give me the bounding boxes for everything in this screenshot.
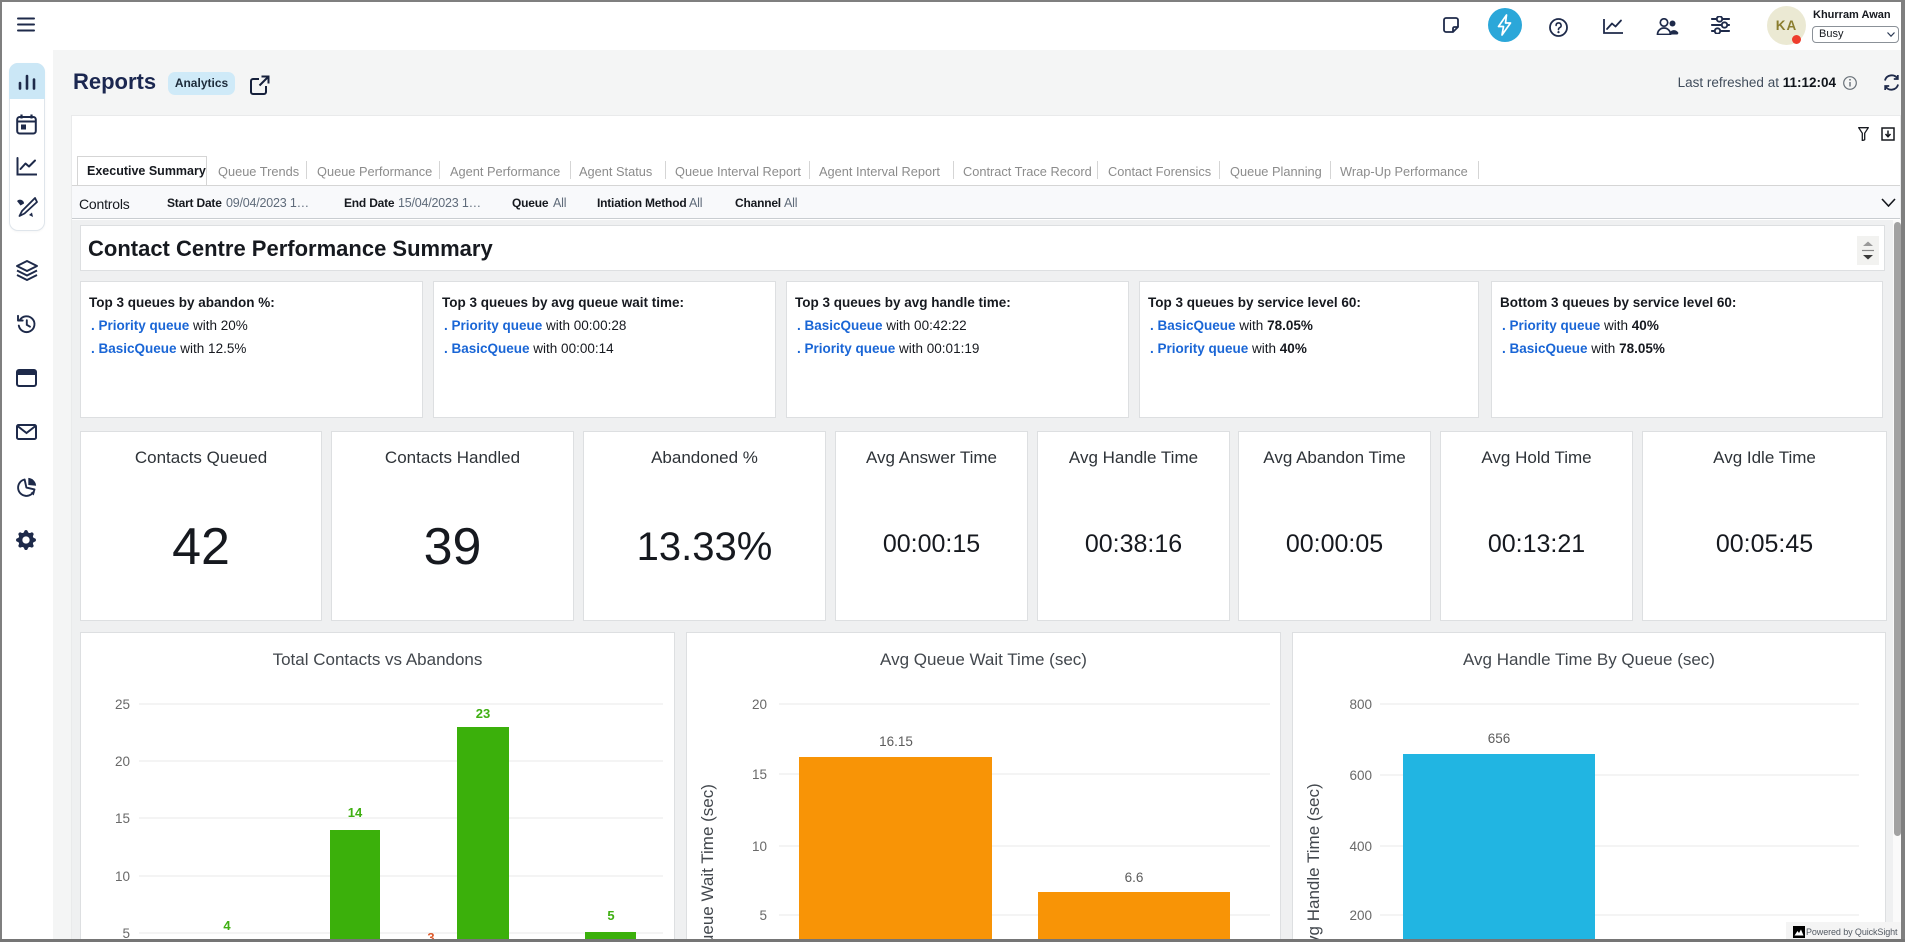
svg-text:6.6: 6.6 [1125, 870, 1144, 885]
svg-text:Avg Handle Time (sec): Avg Handle Time (sec) [1304, 783, 1323, 942]
svg-text:400: 400 [1349, 839, 1372, 854]
svg-text:5: 5 [607, 908, 614, 923]
svg-text:5: 5 [759, 908, 767, 923]
svg-text:25: 25 [115, 697, 130, 712]
svg-text:15: 15 [115, 811, 130, 826]
svg-text:656: 656 [1488, 731, 1511, 746]
svg-text:16.15: 16.15 [879, 734, 913, 749]
svg-text:14: 14 [348, 805, 363, 820]
svg-text:200: 200 [1349, 908, 1372, 923]
svg-text:23: 23 [476, 706, 490, 721]
svg-text:600: 600 [1349, 768, 1372, 783]
svg-text:4: 4 [223, 918, 231, 933]
svg-text:20: 20 [115, 754, 130, 769]
svg-text:15: 15 [752, 767, 767, 782]
svg-text:800: 800 [1349, 697, 1372, 712]
svg-text:10: 10 [752, 839, 767, 854]
svg-text:10: 10 [115, 869, 130, 884]
svg-text:Avg Queue Wait Time (sec): Avg Queue Wait Time (sec) [698, 784, 717, 942]
svg-text:20: 20 [752, 697, 767, 712]
